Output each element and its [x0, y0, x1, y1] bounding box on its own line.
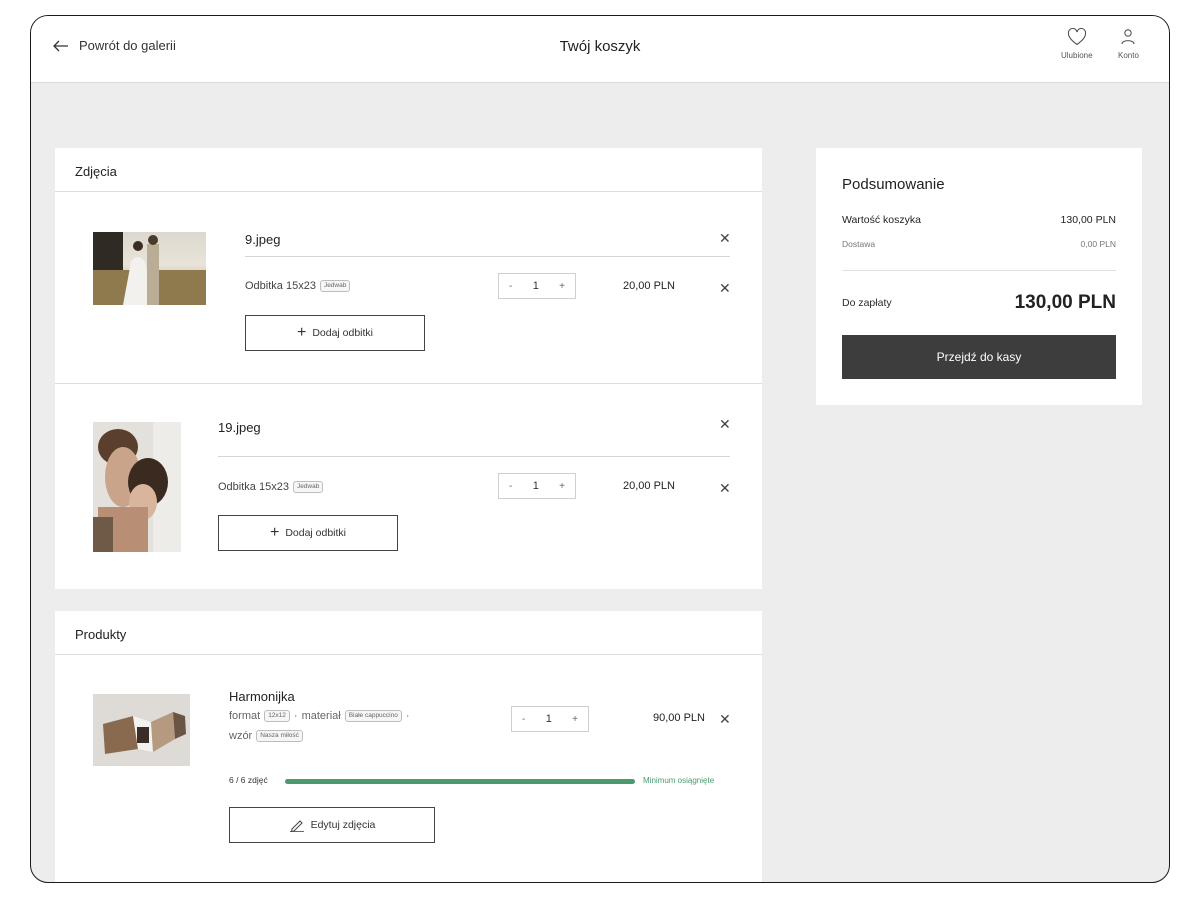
- user-icon: [1121, 29, 1136, 45]
- photos-section-title: Zdjęcia: [55, 148, 762, 192]
- close-icon: ✕: [719, 480, 731, 496]
- decrease-quantity-button[interactable]: -: [522, 714, 525, 725]
- product-options-line-1: format 12x12 · materiał Białe cappuccino…: [229, 710, 410, 722]
- close-icon: ✕: [719, 280, 731, 296]
- photos-count: 6 / 6 zdjęć: [229, 775, 268, 785]
- couple-portrait-image: [93, 422, 181, 552]
- print-variant: Odbitka 15x23 Jedwab: [245, 280, 351, 292]
- finish-badge: Jedwab: [319, 280, 351, 292]
- remove-photo-button[interactable]: ✕: [719, 231, 731, 245]
- quantity-stepper[interactable]: - 1 +: [511, 706, 589, 732]
- option-separator: ·: [293, 710, 298, 722]
- favorites-button[interactable]: Ulubione: [1061, 28, 1093, 60]
- material-badge: Białe cappuccino: [344, 710, 402, 722]
- divider: [245, 256, 730, 257]
- heart-icon: [1067, 28, 1086, 46]
- app-window: Powrót do galerii Twój koszyk Ulubione K…: [30, 15, 1170, 883]
- product-thumbnail[interactable]: [93, 694, 190, 766]
- increase-quantity-button[interactable]: +: [559, 481, 565, 492]
- product-item: Harmonijka format 12x12 · materiał Białe…: [55, 655, 762, 882]
- line-price: 90,00 PLN: [653, 712, 705, 724]
- top-bar: Powrót do galerii Twój koszyk Ulubione K…: [31, 16, 1169, 83]
- delivery-row: Dostawa 0,00 PLN: [842, 239, 1116, 249]
- edit-photos-button[interactable]: Edytuj zdjęcia: [229, 807, 435, 843]
- products-section-title: Produkty: [55, 611, 762, 655]
- remove-variant-button[interactable]: ✕: [719, 481, 731, 495]
- line-price: 20,00 PLN: [623, 480, 675, 492]
- cart-value-row: Wartość koszyka 130,00 PLN: [842, 214, 1116, 226]
- quantity-stepper[interactable]: - 1 +: [498, 473, 576, 499]
- variant-label: Odbitka 15x23: [245, 280, 316, 292]
- photo-item: 19.jpeg ✕ Odbitka 15x23 Jedwab - 1 + 20,…: [55, 384, 762, 589]
- add-prints-button[interactable]: + Dodaj odbitki: [245, 315, 425, 351]
- decrease-quantity-button[interactable]: -: [509, 481, 512, 492]
- photos-progress-fill: [285, 779, 635, 784]
- total-label: Do zapłaty: [842, 297, 892, 309]
- decrease-quantity-button[interactable]: -: [509, 281, 512, 292]
- quantity-stepper[interactable]: - 1 +: [498, 273, 576, 299]
- edit-photos-label: Edytuj zdjęcia: [310, 819, 376, 831]
- quantity-value: 1: [532, 480, 539, 492]
- pattern-label: wzór: [229, 730, 253, 742]
- plus-icon: +: [269, 524, 280, 541]
- photo-filename: 9.jpeg: [245, 232, 281, 247]
- product-options-line-2: wzór Nasza miłość: [229, 730, 303, 742]
- material-label: materiał: [301, 710, 341, 722]
- account-button[interactable]: Konto: [1118, 28, 1139, 60]
- delivery-amount: 0,00 PLN: [1080, 239, 1116, 249]
- photo-thumbnail[interactable]: [93, 422, 181, 552]
- checkout-button[interactable]: Przejdź do kasy: [842, 335, 1116, 379]
- summary-divider: [842, 270, 1116, 271]
- plus-icon: +: [296, 324, 307, 341]
- photo-filename: 19.jpeg: [218, 420, 261, 435]
- summary-card: Podsumowanie Wartość koszyka 130,00 PLN …: [816, 148, 1142, 405]
- quantity-value: 1: [532, 280, 539, 292]
- total-amount: 130,00 PLN: [1014, 292, 1116, 313]
- photos-card: Zdjęcia 9.jpeg ✕ Odbitka 15x23 Jedwab - …: [55, 148, 762, 589]
- remove-photo-button[interactable]: ✕: [719, 417, 731, 431]
- line-price: 20,00 PLN: [623, 280, 675, 292]
- accordion-photo-book-image: [93, 694, 190, 766]
- photos-progress-bar: [285, 779, 635, 784]
- page-title: Twój koszyk: [559, 38, 641, 55]
- minimum-status: Minimum osiągnięte: [643, 776, 715, 785]
- cart-value-label: Wartość koszyka: [842, 214, 921, 226]
- photo-item: 9.jpeg ✕ Odbitka 15x23 Jedwab - 1 + 20,0…: [55, 192, 762, 383]
- summary-title: Podsumowanie: [842, 176, 945, 193]
- add-prints-button[interactable]: + Dodaj odbitki: [218, 515, 398, 551]
- wedding-couple-field-image: [93, 232, 206, 305]
- cart-value-amount: 130,00 PLN: [1060, 214, 1116, 226]
- add-prints-label: Dodaj odbitki: [312, 327, 374, 339]
- favorites-label: Ulubione: [1061, 51, 1093, 60]
- photo-thumbnail[interactable]: [93, 232, 206, 305]
- delivery-label: Dostawa: [842, 239, 876, 249]
- finish-badge: Jedwab: [292, 481, 324, 493]
- pattern-badge: Nasza miłość: [256, 730, 303, 742]
- products-card: Produkty Harmonijka format 12x12 · mater…: [55, 611, 762, 882]
- account-label: Konto: [1118, 51, 1139, 60]
- total-row: Do zapłaty 130,00 PLN: [842, 292, 1116, 314]
- close-icon: ✕: [719, 230, 731, 246]
- divider: [218, 456, 730, 457]
- print-variant: Odbitka 15x23 Jedwab: [218, 481, 324, 493]
- product-name: Harmonijka: [229, 689, 295, 704]
- close-icon: ✕: [719, 416, 731, 432]
- add-prints-label: Dodaj odbitki: [285, 527, 347, 539]
- format-badge: 12x12: [264, 710, 290, 722]
- increase-quantity-button[interactable]: +: [572, 714, 578, 725]
- remove-variant-button[interactable]: ✕: [719, 281, 731, 295]
- increase-quantity-button[interactable]: +: [559, 281, 565, 292]
- quantity-value: 1: [545, 713, 552, 725]
- remove-product-button[interactable]: ✕: [719, 712, 731, 726]
- pencil-icon: [289, 820, 304, 832]
- option-separator: ·: [405, 710, 410, 722]
- variant-label: Odbitka 15x23: [218, 481, 289, 493]
- format-label: format: [229, 710, 261, 722]
- close-icon: ✕: [719, 711, 731, 727]
